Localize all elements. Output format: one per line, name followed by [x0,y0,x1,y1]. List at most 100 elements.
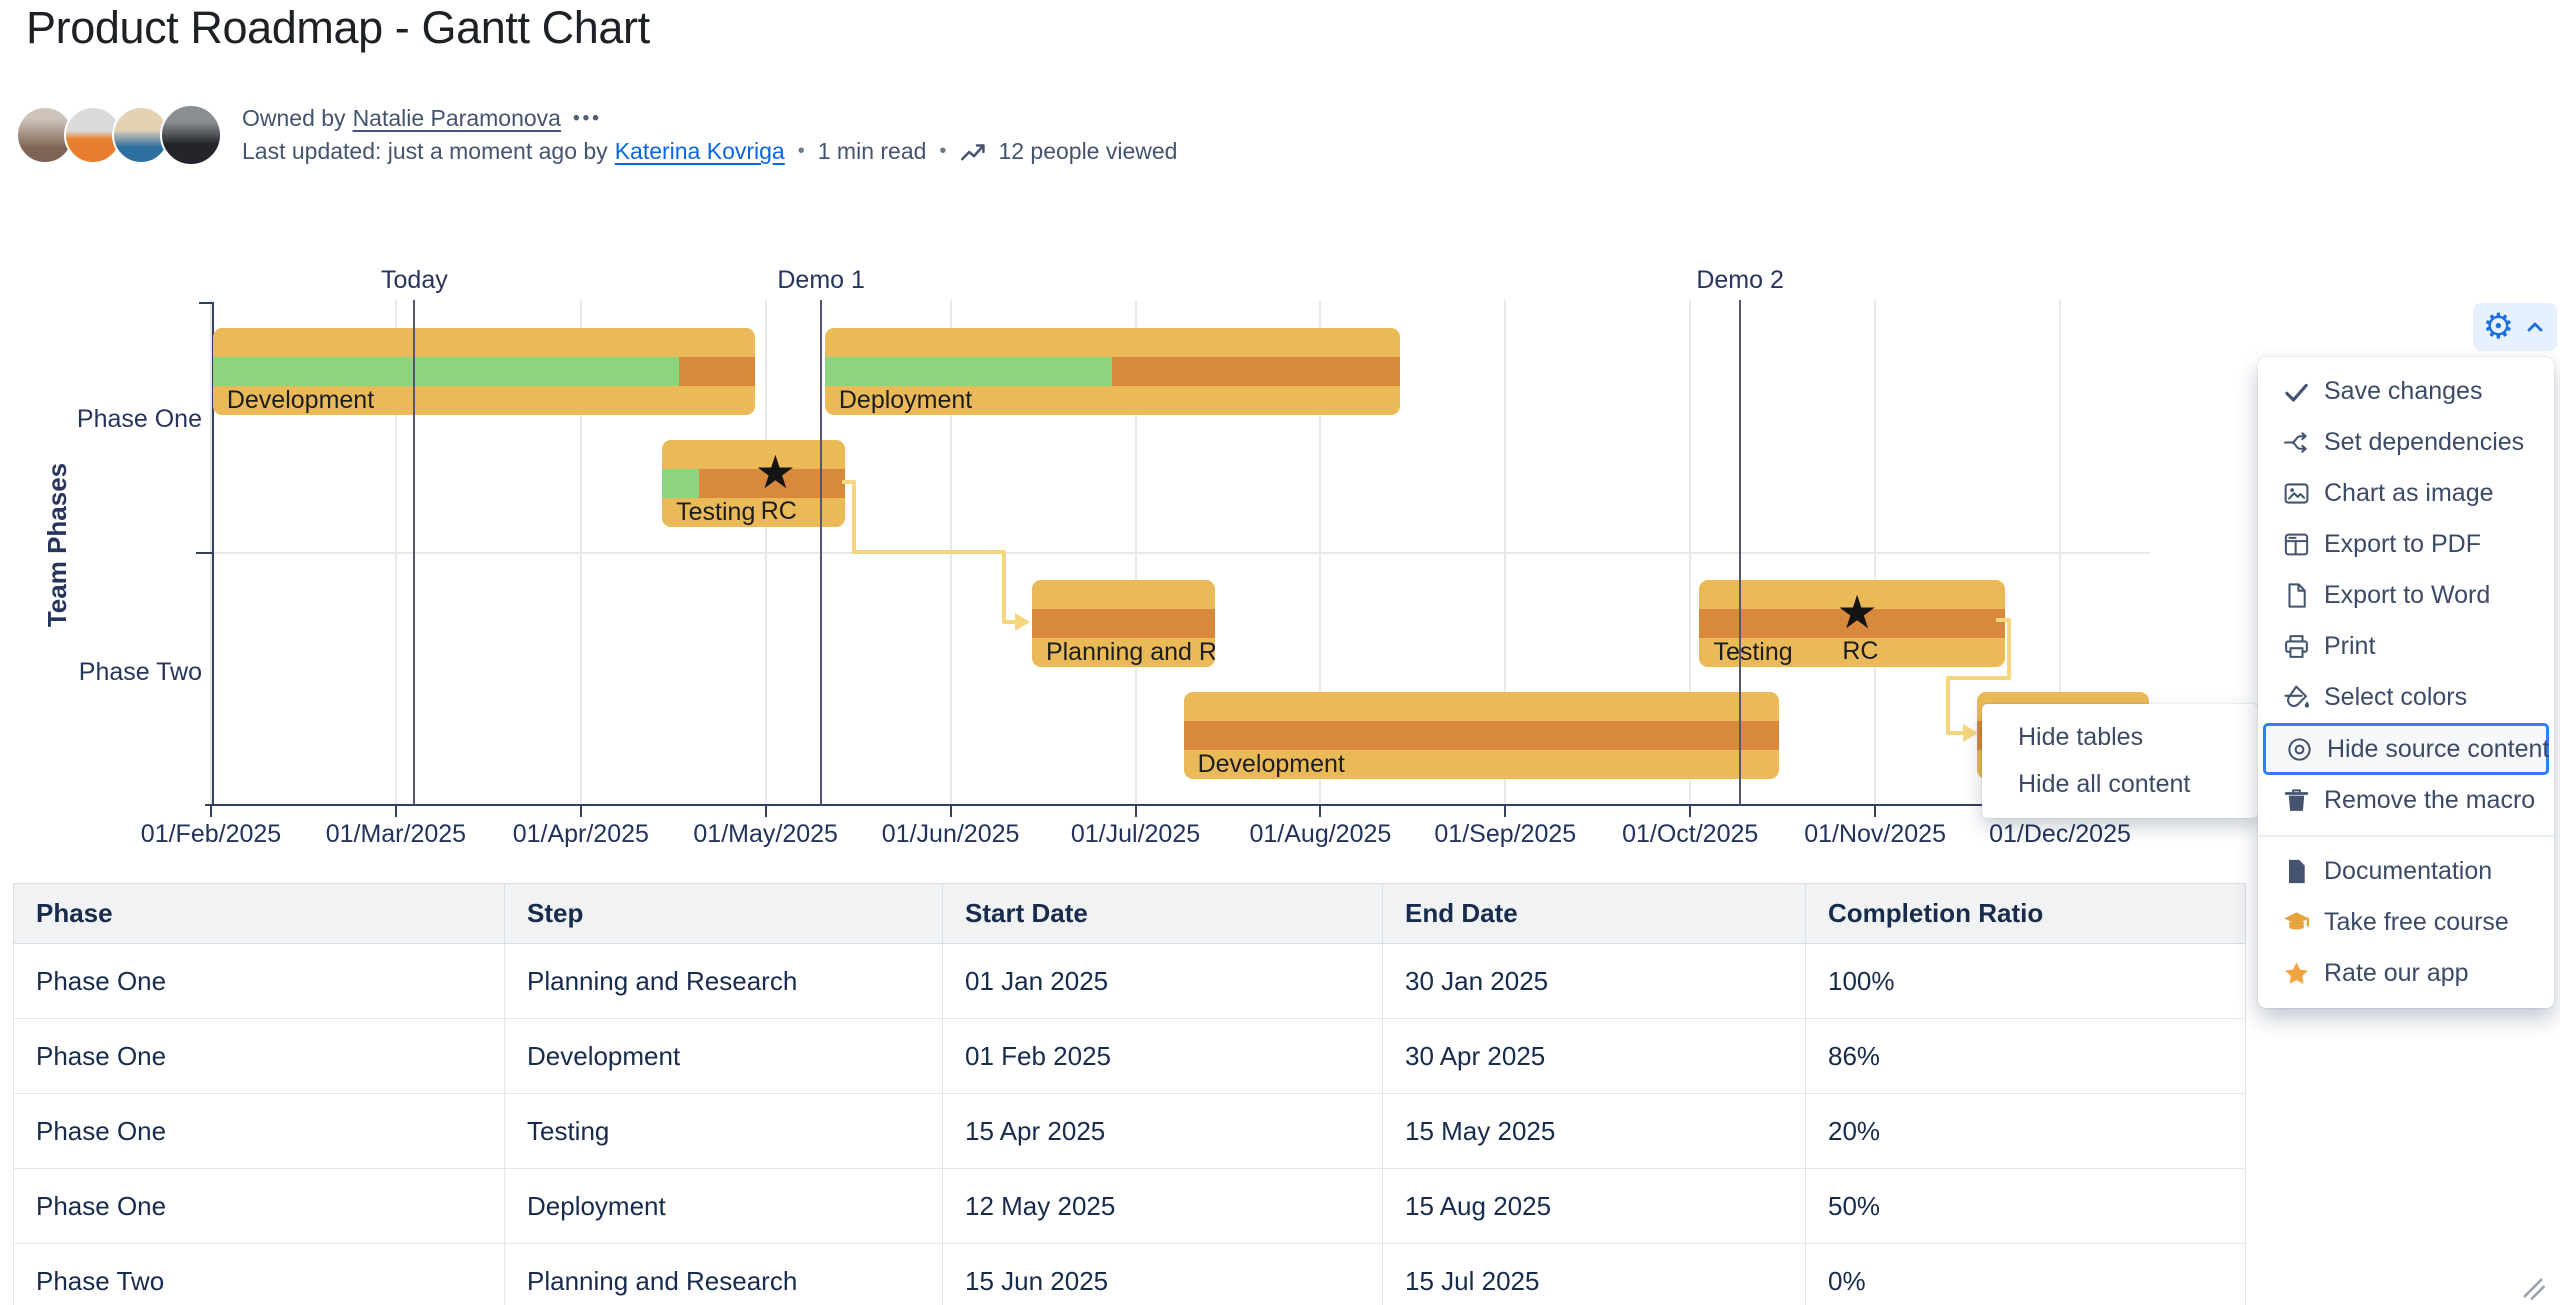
menu-item-label: Remove the macro [2324,786,2535,815]
milestone-star-icon[interactable]: ★ [755,448,796,496]
settings-menu: Save changes Set dependencies Chart as ima… [2258,357,2554,1008]
menu-item-set-dependencies[interactable]: Set dependencies [2258,417,2554,468]
marker-line-today [413,300,415,805]
x-tick-label: 01/May/2025 [671,820,861,849]
dependencies-icon [2282,428,2311,457]
paint-icon [2282,683,2311,712]
gantt-bar-phase-one-deployment[interactable]: Deployment [825,328,1400,415]
menu-item-print[interactable]: Print [2258,621,2554,672]
table-cell: 01 Jan 2025 [943,944,1383,1019]
table-cell: Development [505,1019,943,1094]
menu-item-label: Chart as image [2324,479,2494,508]
table-row: Phase OneDeployment12 May 202515 Aug 202… [14,1169,2246,1244]
star-icon [2282,959,2311,988]
owned-by-line: Owned by Natalie Paramonova ••• [242,102,1177,135]
x-tick-label: 01/Aug/2025 [1225,820,1415,849]
table-cell: Planning and Research [505,944,943,1019]
marker-line-demo-1 [820,300,822,805]
bar-progress-track [825,357,1400,386]
gantt-bar-phase-two-testing[interactable]: Testing★RC [1699,580,2004,667]
page-title: Product Roadmap - Gantt Chart [26,2,650,54]
column-header-phase: Phase [14,884,505,944]
menu-item-label: Documentation [2324,857,2492,886]
print-icon [2282,632,2311,661]
gridline [1874,300,1876,805]
page-icon [2282,857,2311,886]
menu-item-take-free-course[interactable]: Take free course [2258,897,2554,948]
image-icon [2282,479,2311,508]
axis-tick [1319,806,1321,817]
menu-item-select-colors[interactable]: Select colors [2258,672,2554,723]
bar-progress-done [662,469,699,498]
gantt-bar-phase-one-testing[interactable]: Testing★RC [662,440,845,527]
menu-item-chart-as-image[interactable]: Chart as image [2258,468,2554,519]
menu-item-label: Set dependencies [2324,428,2524,457]
menu-item-documentation[interactable]: Documentation [2258,846,2554,897]
submenu-item-hide-all-content[interactable]: Hide all content [1982,761,2258,808]
axis-tick [1504,806,1506,817]
more-options-button[interactable]: ••• [573,102,602,135]
table-cell: Phase One [14,944,505,1019]
table-cell: Planning and Research [505,1244,943,1305]
course-icon [2282,908,2311,937]
row-label-phase-two: Phase Two [12,657,202,687]
bar-progress-done [213,357,679,386]
table-row: Phase OneTesting15 Apr 202515 May 202520… [14,1094,2246,1169]
x-tick-label: 01/Sep/2025 [1410,820,1600,849]
table-cell: 30 Jan 2025 [1383,944,1806,1019]
submenu-item-hide-tables[interactable]: Hide tables [1982,714,2258,761]
table-cell: Phase One [14,1019,505,1094]
table-row: Phase OnePlanning and Research01 Jan 202… [14,944,2246,1019]
menu-item-export-to-word[interactable]: Export to Word [2258,570,2554,621]
bar-progress-track [1032,609,1215,638]
x-tick-label: 01/Feb/2025 [116,820,306,849]
resize-handle-icon[interactable] [2520,1276,2546,1305]
chevron-up-icon [2523,317,2547,337]
menu-item-label: Hide source content [2327,735,2549,764]
table-cell: 30 Apr 2025 [1383,1019,1806,1094]
menu-item-hide-source-content[interactable]: Hide source content [2263,723,2549,775]
table-cell: 100% [1806,944,2246,1019]
bar-progress-track [1184,721,1779,750]
menu-item-export-to-pdf[interactable]: Export to PDF [2258,519,2554,570]
bar-progress-track [662,469,845,498]
menu-divider [2258,835,2554,837]
menu-item-remove-the-macro[interactable]: Remove the macro [2258,775,2554,826]
table-row: Phase TwoPlanning and Research15 Jun 202… [14,1244,2246,1305]
check-icon [2282,377,2311,406]
table-cell: 50% [1806,1169,2246,1244]
last-updated-label: Last updated: just a moment ago by [242,135,608,168]
gantt-bar-phase-two-planning-and-r[interactable]: Planning and R... [1032,580,1215,667]
milestone-label: RC [747,497,811,526]
table-cell: 15 Jul 2025 [1383,1244,1806,1305]
bar-label: Planning and R... [1046,638,1215,667]
avatar[interactable] [160,104,222,166]
read-time: 1 min read [818,135,927,168]
views-count[interactable]: 12 people viewed [998,135,1177,168]
table-cell: 0% [1806,1244,2246,1305]
menu-item-rate-our-app[interactable]: Rate our app [2258,948,2554,999]
settings-button[interactable]: ⚙ [2473,303,2557,351]
y-axis-cap [199,302,213,304]
marker-line-demo-2 [1739,300,1741,805]
owner-link[interactable]: Natalie Paramonova [353,102,561,135]
x-axis-line [205,804,2155,806]
column-header-step: Step [505,884,943,944]
row-label-phase-one: Phase One [12,404,202,434]
owned-by-label: Owned by [242,102,346,135]
menu-item-label: Print [2324,632,2375,661]
gantt-bar-phase-one-development[interactable]: Development [213,328,755,415]
table-cell: Phase One [14,1169,505,1244]
menu-item-label: Export to PDF [2324,530,2481,559]
menu-item-label: Rate our app [2324,959,2469,988]
byline: Owned by Natalie Paramonova ••• Last upd… [16,102,1177,168]
x-tick-label: 01/Apr/2025 [486,820,676,849]
gantt-bar-phase-two-development[interactable]: Development [1184,692,1779,779]
bar-label: Testing [1713,638,1792,667]
menu-item-save-changes[interactable]: Save changes [2258,366,2554,417]
x-tick-label: 01/Jun/2025 [856,820,1046,849]
milestone-star-icon[interactable]: ★ [1836,588,1877,636]
column-header-completion-ratio: Completion Ratio [1806,884,2246,944]
updated-by-link[interactable]: Katerina Kovriga [615,135,785,168]
menu-item-label: Save changes [2324,377,2482,406]
